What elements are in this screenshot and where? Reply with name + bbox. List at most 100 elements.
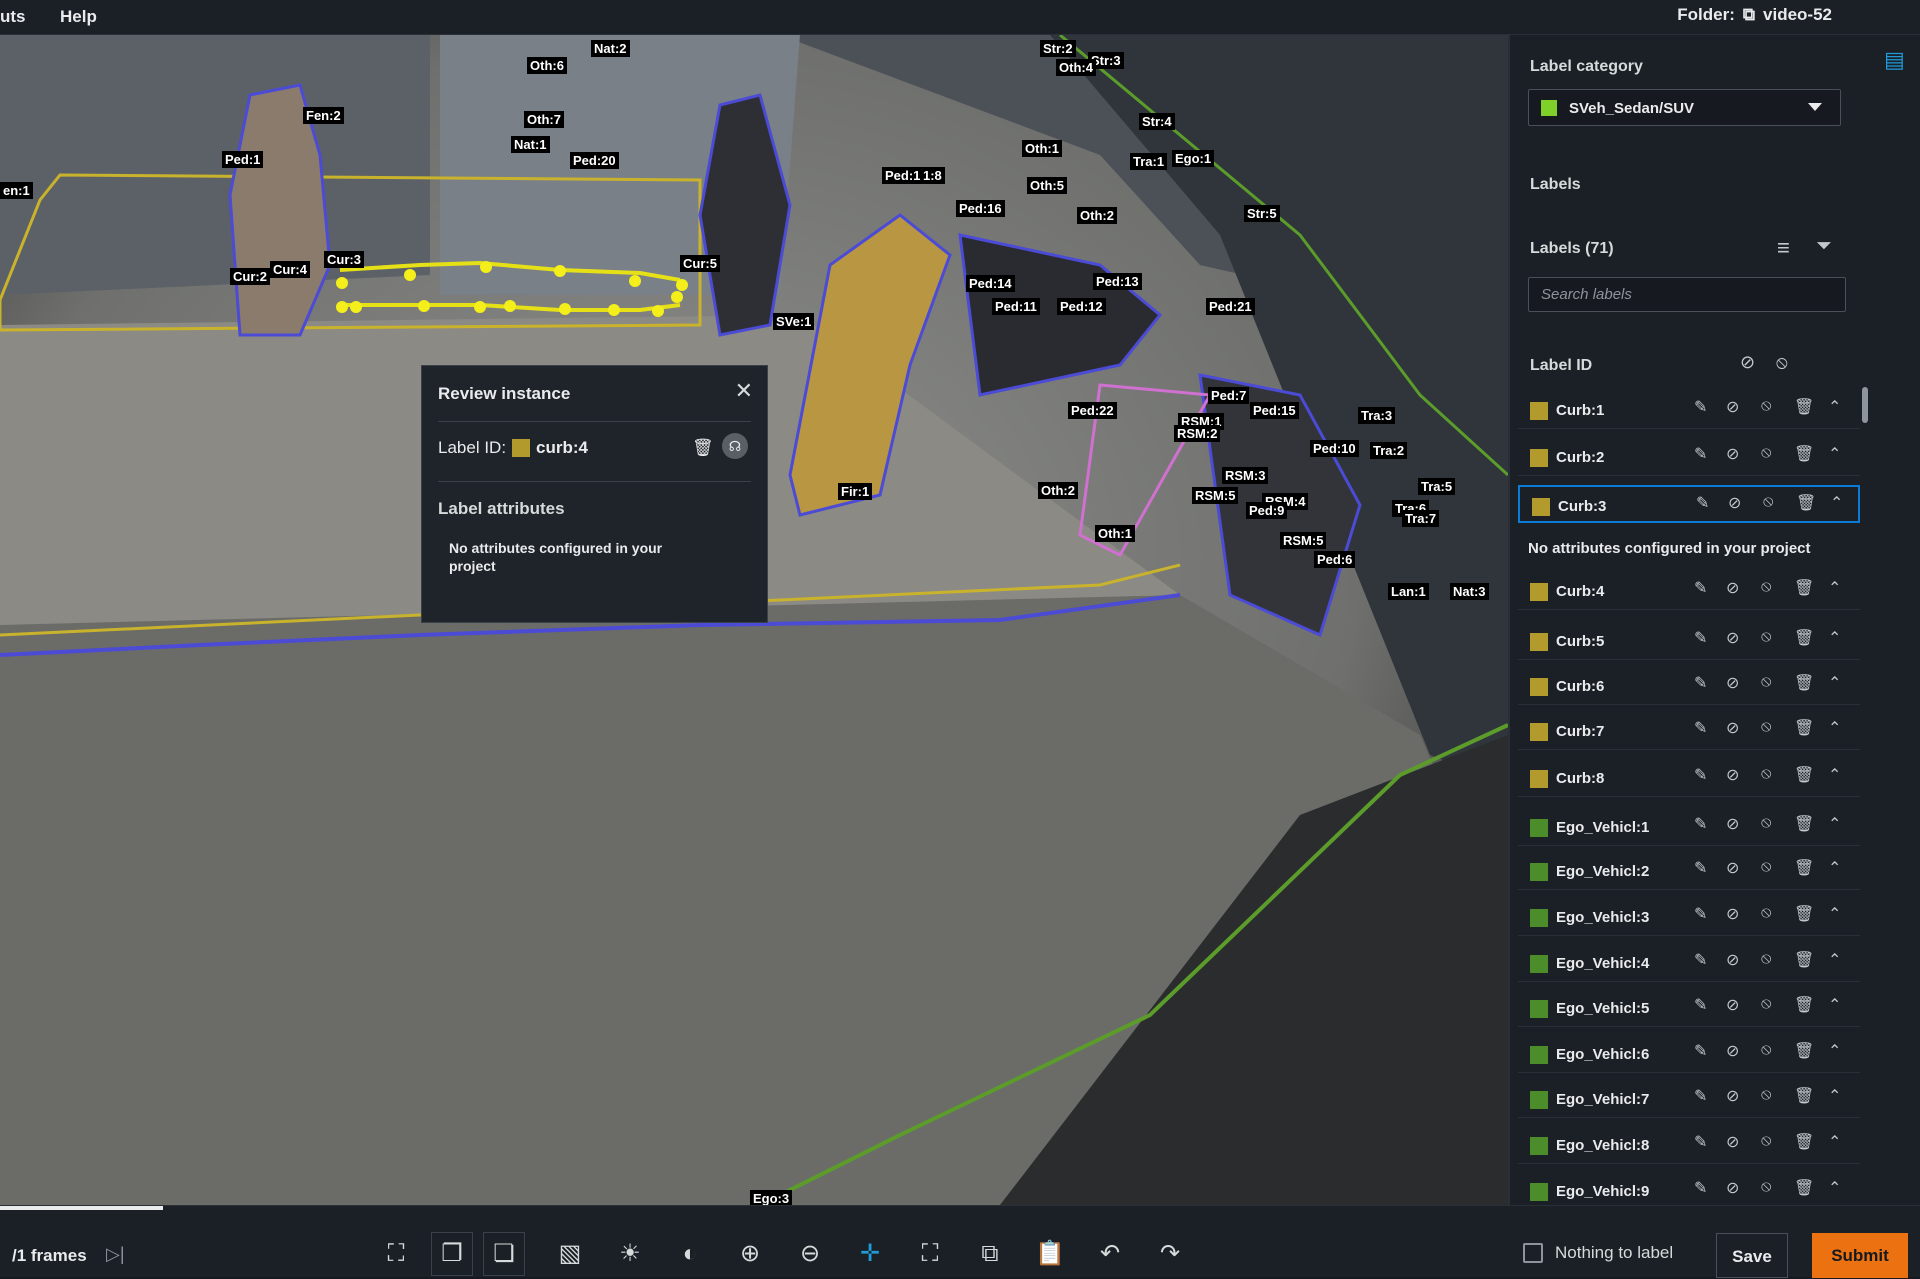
canvas-tag[interactable]: RSM:5 bbox=[1280, 532, 1327, 549]
chevron-up-icon[interactable]: ⌃ bbox=[1828, 718, 1841, 738]
eye-slash-icon[interactable]: ⦸ bbox=[1761, 904, 1771, 922]
hide-icon[interactable]: ⊘ bbox=[1728, 493, 1741, 513]
eye-slash-icon[interactable]: ⦸ bbox=[1761, 578, 1771, 596]
edit-icon[interactable]: ✎ bbox=[1694, 1178, 1707, 1198]
label-row[interactable]: Ego_Vehicl:7 ✎ ⊘ ⦸ 🗑 ⌃ bbox=[1518, 1080, 1860, 1118]
label-row[interactable]: Curb:7 ✎ ⊘ ⦸ 🗑 ⌃ bbox=[1518, 712, 1860, 750]
hide-all-icon[interactable]: ⊘ bbox=[1740, 352, 1755, 373]
sort-icon[interactable]: ≡ bbox=[1777, 235, 1790, 261]
canvas-tag[interactable]: Cur:5 bbox=[680, 255, 720, 272]
move-icon[interactable]: ✛ bbox=[849, 1233, 891, 1275]
hide-icon[interactable]: ⊘ bbox=[1726, 995, 1739, 1015]
edit-icon[interactable]: ✎ bbox=[1694, 1041, 1707, 1061]
label-row[interactable]: Ego_Vehicl:5 ✎ ⊘ ⦸ 🗑 ⌃ bbox=[1518, 989, 1860, 1027]
canvas-tag[interactable]: Oth:2 bbox=[1077, 207, 1117, 224]
canvas-tag[interactable]: Nat:3 bbox=[1450, 583, 1489, 600]
label-row[interactable]: Ego_Vehicl:6 ✎ ⊘ ⦸ 🗑 ⌃ bbox=[1518, 1035, 1860, 1073]
label-row[interactable]: Curb:1 ✎ ⊘ ⦸ 🗑 ⌃ bbox=[1518, 391, 1860, 429]
canvas-tag[interactable]: RSM:3 bbox=[1222, 467, 1269, 484]
hide-icon[interactable]: ⊘ bbox=[1726, 718, 1739, 738]
save-button[interactable]: Save bbox=[1716, 1233, 1788, 1278]
brightness-icon[interactable]: ☀ bbox=[609, 1233, 651, 1275]
trash-icon[interactable]: 🗑 bbox=[1794, 1041, 1814, 1061]
canvas-tag[interactable]: Oth:5 bbox=[1027, 177, 1067, 194]
canvas-tag[interactable]: Str:2 bbox=[1040, 40, 1076, 57]
canvas-tag[interactable]: Ped:9 bbox=[1246, 502, 1288, 519]
close-icon[interactable]: ✕ bbox=[735, 378, 753, 404]
canvas-tag[interactable]: Oth:2 bbox=[1038, 482, 1078, 499]
eye-slash-icon[interactable]: ⦸ bbox=[1761, 814, 1771, 832]
canvas-tag[interactable]: Ped:6 bbox=[1314, 551, 1356, 568]
hide-icon[interactable]: ⊘ bbox=[1726, 1132, 1739, 1152]
hide-icon[interactable]: ⊘ bbox=[1726, 858, 1739, 878]
filter-icon[interactable]: ⏷ bbox=[1816, 235, 1832, 258]
canvas-tag[interactable]: Ped:13 bbox=[1093, 273, 1142, 290]
edit-icon[interactable]: ✎ bbox=[1694, 765, 1707, 785]
edit-icon[interactable]: ✎ bbox=[1694, 673, 1707, 693]
zoom-out-icon[interactable]: ⊖ bbox=[789, 1233, 831, 1275]
canvas-tag[interactable]: Tra:7 bbox=[1402, 510, 1440, 527]
canvas-tag[interactable]: Tra:1 bbox=[1130, 153, 1168, 170]
chevron-up-icon[interactable]: ⌃ bbox=[1828, 765, 1841, 785]
canvas-tag[interactable]: en:1 bbox=[0, 182, 33, 199]
hide-icon[interactable]: ⊘ bbox=[1726, 628, 1739, 648]
eye-slash-icon[interactable]: ⦸ bbox=[1761, 765, 1771, 783]
copy-all-icon[interactable]: ❏ bbox=[483, 1232, 525, 1276]
canvas-tag[interactable]: Ped:16 bbox=[956, 200, 1005, 217]
trash-icon[interactable]: 🗑 bbox=[1794, 444, 1814, 464]
hide-icon[interactable]: ⊘ bbox=[1726, 765, 1739, 785]
label-row[interactable]: Curb:4 ✎ ⊘ ⦸ 🗑 ⌃ bbox=[1518, 572, 1860, 610]
eye-slash-icon[interactable]: ⦸ bbox=[1761, 718, 1771, 736]
eye-slash-all-icon[interactable]: ⦸ bbox=[1776, 352, 1788, 373]
edit-icon[interactable]: ✎ bbox=[1694, 718, 1707, 738]
label-row[interactable]: Curb:6 ✎ ⊘ ⦸ 🗑 ⌃ bbox=[1518, 667, 1860, 705]
fit-icon[interactable]: ⛶ bbox=[909, 1233, 951, 1275]
canvas-tag[interactable]: SVe:1 bbox=[773, 313, 815, 330]
hide-icon[interactable]: ⊘ bbox=[1726, 1041, 1739, 1061]
nothing-to-label[interactable]: Nothing to label bbox=[1523, 1243, 1673, 1263]
trash-icon[interactable]: 🗑 bbox=[1794, 1086, 1814, 1106]
list-view-icon[interactable]: ▤ bbox=[1884, 47, 1905, 73]
chevron-up-icon[interactable]: ⌃ bbox=[1828, 1041, 1841, 1061]
canvas-tag[interactable]: Ped:10 bbox=[1310, 440, 1359, 457]
canvas-tag[interactable]: Cur:2 bbox=[230, 268, 270, 285]
hide-icon[interactable]: ⊘ bbox=[1726, 904, 1739, 924]
zoom-in-icon[interactable]: ⊕ bbox=[729, 1233, 771, 1275]
edit-icon[interactable]: ✎ bbox=[1694, 628, 1707, 648]
canvas-tag[interactable]: Ped:14 bbox=[966, 275, 1015, 292]
polygon-tool-icon[interactable]: ⛶ bbox=[375, 1233, 417, 1275]
edit-icon[interactable]: ✎ bbox=[1694, 904, 1707, 924]
eye-slash-icon[interactable]: ⦸ bbox=[1761, 397, 1771, 415]
edit-icon[interactable]: ✎ bbox=[1694, 858, 1707, 878]
trash-icon[interactable]: 🗑 bbox=[1794, 1132, 1814, 1152]
chevron-up-icon[interactable]: ⌃ bbox=[1828, 950, 1841, 970]
edit-icon[interactable]: ✎ bbox=[1694, 814, 1707, 834]
label-row[interactable]: Ego_Vehicl:2 ✎ ⊘ ⦸ 🗑 ⌃ bbox=[1518, 852, 1860, 890]
trash-icon[interactable]: 🗑 bbox=[1794, 718, 1814, 738]
chevron-up-icon[interactable]: ⌃ bbox=[1828, 578, 1841, 598]
trash-icon[interactable]: 🗑 bbox=[1794, 950, 1814, 970]
label-row[interactable]: Ego_Vehicl:4 ✎ ⊘ ⦸ 🗑 ⌃ bbox=[1518, 944, 1860, 982]
trash-icon[interactable]: 🗑 bbox=[1794, 765, 1814, 785]
canvas-tag[interactable]: Oth:6 bbox=[527, 57, 567, 74]
annotation-canvas[interactable]: en:1 Fen:2 Ped:1 Cur:2 Cur:4 Cur:3 Oth:6… bbox=[0, 35, 1508, 1205]
menu-shortcuts[interactable]: uts bbox=[0, 7, 26, 27]
canvas-tag[interactable]: Ped:11 bbox=[992, 298, 1040, 315]
canvas-tag[interactable]: Nat:1 bbox=[511, 136, 550, 153]
canvas-tag[interactable]: RSM:5 bbox=[1192, 487, 1239, 504]
label-row[interactable]: Ego_Vehicl:8 ✎ ⊘ ⦸ 🗑 ⌃ bbox=[1518, 1126, 1860, 1164]
canvas-tag[interactable]: Ped:12 bbox=[1057, 298, 1106, 315]
hide-icon[interactable]: ⊘ bbox=[1726, 578, 1739, 598]
skip-end-icon[interactable]: ▷| bbox=[106, 1244, 125, 1265]
eye-slash-icon[interactable]: ⦸ bbox=[1761, 444, 1771, 462]
canvas-tag[interactable]: 1:8 bbox=[920, 167, 945, 184]
canvas-tag[interactable]: Str:4 bbox=[1139, 113, 1175, 130]
edit-icon[interactable]: ✎ bbox=[1696, 493, 1709, 513]
chevron-up-icon[interactable]: ⌃ bbox=[1828, 858, 1841, 878]
trash-icon[interactable]: 🗑 bbox=[1794, 628, 1814, 648]
hide-icon[interactable]: ⊘ bbox=[1726, 397, 1739, 417]
chevron-up-icon[interactable]: ⌃ bbox=[1828, 1086, 1841, 1106]
canvas-tag[interactable]: Fir:1 bbox=[838, 483, 873, 500]
menu-help[interactable]: Help bbox=[60, 7, 97, 27]
label-row[interactable]: Ego_Vehicl:3 ✎ ⊘ ⦸ 🗑 ⌃ bbox=[1518, 898, 1860, 936]
